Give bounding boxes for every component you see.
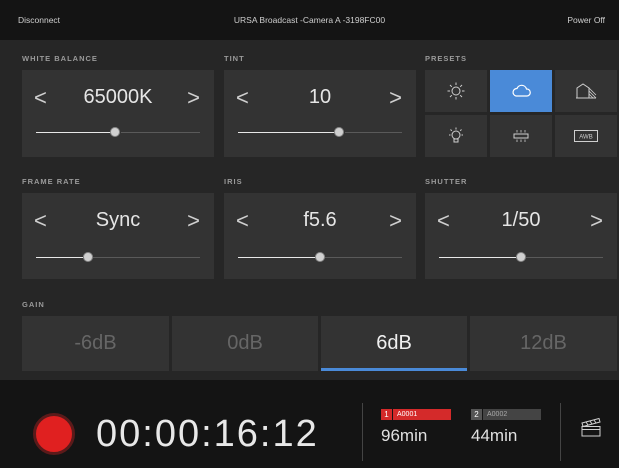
clapperboard-button[interactable]: [580, 417, 602, 442]
slider-knob[interactable]: [83, 252, 93, 262]
slider-knob[interactable]: [334, 127, 344, 137]
slider-knob[interactable]: [110, 127, 120, 137]
preset-tungsten-button[interactable]: [425, 115, 487, 157]
slider-filled: [238, 257, 316, 258]
slider-empty: [526, 257, 603, 258]
shutter-control: < 1/50 >: [425, 193, 617, 279]
shutter-value: 1/50: [501, 209, 541, 231]
preset-cloudy-button[interactable]: [490, 70, 552, 112]
frame-rate-control: < Sync >: [22, 193, 214, 279]
slider-knob[interactable]: [516, 252, 526, 262]
slider-empty: [324, 257, 402, 258]
bulb-icon: [449, 127, 463, 143]
shutter-increase-button[interactable]: >: [590, 209, 603, 233]
tint-control: < 10 >: [224, 70, 416, 157]
presets-grid: AWB: [425, 70, 617, 157]
awb-icon: AWB: [574, 130, 598, 142]
tint-increase-button[interactable]: >: [389, 86, 402, 110]
power-off-button[interactable]: Power Off: [567, 0, 605, 40]
timecode-display: 00:00:16:12: [96, 413, 319, 455]
cloud-icon: [512, 84, 531, 97]
card-badge: 2 A0002: [471, 409, 541, 420]
presets-label: PRESETS: [425, 54, 468, 63]
white-balance-label: WHITE BALANCE: [22, 54, 98, 63]
iris-control: < f5.6 >: [224, 193, 416, 279]
gain-label: GAIN: [22, 300, 45, 309]
preset-fluorescent-button[interactable]: [490, 115, 552, 157]
card-name: A0001: [393, 409, 451, 420]
gain-option-12[interactable]: 12dB: [470, 316, 617, 371]
fluorescent-icon: [513, 130, 529, 142]
frame-rate-value: Sync: [95, 209, 141, 231]
gain-selected-indicator: [321, 368, 467, 371]
preset-daylight-button[interactable]: [425, 70, 487, 112]
preset-awb-button[interactable]: AWB: [555, 115, 617, 157]
iris-increase-button[interactable]: >: [389, 209, 402, 233]
slider-empty: [345, 132, 402, 133]
preset-shade-button[interactable]: [555, 70, 617, 112]
shutter-slider[interactable]: [439, 252, 603, 262]
slider-filled: [238, 132, 339, 133]
gain-option-6-label: 6dB: [376, 332, 412, 354]
card-badge: 1 A0001: [381, 409, 451, 420]
transport-bar: 00:00:16:12 1 A0001 96min 2 A0002 44min: [0, 380, 619, 468]
slider-filled: [36, 132, 115, 133]
white-balance-value: 65000K: [83, 86, 153, 108]
iris-label: IRIS: [224, 177, 243, 186]
clapperboard-icon: [581, 417, 601, 437]
iris-value: f5.6: [303, 209, 337, 231]
sun-icon: [447, 82, 465, 100]
media-slot-1[interactable]: 1 A0001 96min: [381, 409, 451, 446]
card-slot-number: 2: [471, 409, 482, 420]
card-slot-number: 1: [381, 409, 392, 420]
white-balance-control: < 65000K >: [22, 70, 214, 157]
gain-option-6-selected[interactable]: 6dB: [321, 316, 467, 371]
frame-rate-label: FRAME RATE: [22, 177, 81, 186]
shade-icon: [576, 83, 597, 99]
slider-knob[interactable]: [315, 252, 325, 262]
tint-label: TINT: [224, 54, 245, 63]
white-balance-increase-button[interactable]: >: [187, 86, 200, 110]
slider-filled: [36, 257, 83, 258]
media-slot-2[interactable]: 2 A0002 44min: [471, 409, 541, 446]
camera-title: URSA Broadcast -Camera A -3198FC00: [233, 15, 386, 25]
divider: [560, 403, 561, 461]
slider-filled: [439, 257, 516, 258]
tint-value: 10: [308, 86, 332, 108]
gain-option-minus6[interactable]: -6dB: [22, 316, 169, 371]
frame-rate-slider[interactable]: [36, 252, 200, 262]
card-remaining-time: 96min: [381, 426, 428, 445]
slider-empty: [121, 132, 200, 133]
iris-slider[interactable]: [238, 252, 402, 262]
record-button[interactable]: [33, 413, 75, 455]
awb-icon-label: AWB: [579, 135, 592, 141]
gain-option-0[interactable]: 0dB: [172, 316, 318, 371]
tint-slider[interactable]: [238, 127, 402, 137]
top-bar: Disconnect URSA Broadcast -Camera A -319…: [0, 0, 619, 40]
frame-rate-increase-button[interactable]: >: [187, 209, 200, 233]
shutter-label: SHUTTER: [425, 177, 468, 186]
divider: [362, 403, 363, 461]
slider-empty: [93, 257, 200, 258]
card-remaining-time: 44min: [471, 426, 518, 445]
card-name: A0002: [483, 409, 541, 420]
white-balance-slider[interactable]: [36, 127, 200, 137]
